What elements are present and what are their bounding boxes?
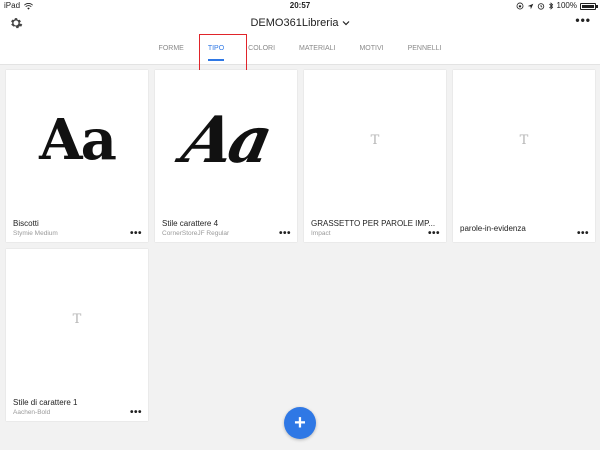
card-font: Aachen-Bold	[13, 409, 51, 416]
status-right: 100%	[516, 0, 598, 12]
card-name: Biscotti	[13, 219, 39, 228]
status-time: 20:57	[289, 1, 311, 10]
location-icon	[527, 3, 533, 9]
tab-materiali[interactable]: MATERIALI	[287, 45, 347, 59]
text-placeholder-icon: T	[370, 132, 380, 148]
type-style-card[interactable]: T GRASSETTO PER PAROLE IMP... Impact •••	[304, 70, 446, 242]
status-bar: iPad 20:57 100%	[0, 0, 600, 12]
add-button[interactable]: +	[284, 407, 316, 439]
card-font: Impact	[311, 230, 331, 237]
card-more-button[interactable]: •••	[577, 229, 589, 239]
tab-pennelli[interactable]: PENNELLI	[396, 45, 454, 59]
app-header: DEMO361Libreria ••• FORME TIPO COLORI MA…	[0, 12, 600, 65]
tab-motivi[interactable]: MOTIVI	[347, 45, 395, 59]
type-style-card[interactable]: Aa Biscotti Stymie Medium •••	[6, 70, 148, 242]
type-style-card[interactable]: T parole-in-evidenza •••	[453, 70, 595, 242]
type-preview: T	[453, 70, 595, 210]
library-selector[interactable]: DEMO361Libreria	[0, 17, 600, 29]
card-name: GRASSETTO PER PAROLE IMP...	[311, 219, 436, 228]
tab-bar: FORME TIPO COLORI MATERIALI MOTIVI PENNE…	[0, 45, 600, 59]
type-preview: T	[6, 249, 148, 389]
type-style-card[interactable]: Aa Stile carattere 4 CornerStoreJF Regul…	[155, 70, 297, 242]
orientation-lock-icon	[516, 2, 523, 10]
type-preview: Aa	[6, 70, 148, 210]
card-name: Stile di carattere 1	[13, 398, 78, 407]
card-font: Stymie Medium	[13, 230, 58, 237]
card-font: CornerStoreJF Regular	[162, 230, 230, 237]
bluetooth-icon	[548, 2, 553, 10]
battery-icon	[580, 2, 598, 10]
plus-icon: +	[294, 411, 306, 434]
tab-highlight-box	[199, 34, 247, 71]
text-placeholder-icon: T	[72, 311, 82, 327]
battery-percent: 100%	[556, 1, 577, 10]
type-preview: Aa	[155, 70, 297, 210]
chevron-down-icon	[342, 21, 349, 26]
tab-forme[interactable]: FORME	[147, 45, 196, 59]
alarm-icon	[537, 3, 544, 10]
type-preview: T	[304, 70, 446, 210]
more-options-button[interactable]: •••	[575, 14, 591, 26]
library-title: DEMO361Libreria	[250, 17, 339, 29]
card-name: Stile carattere 4	[162, 219, 219, 228]
card-more-button[interactable]: •••	[279, 229, 291, 239]
card-name: parole-in-evidenza	[460, 224, 526, 233]
card-more-button[interactable]: •••	[130, 408, 142, 418]
text-placeholder-icon: T	[519, 132, 529, 148]
preview-glyphs: Aa	[176, 102, 276, 178]
card-more-button[interactable]: •••	[130, 229, 142, 239]
card-more-button[interactable]: •••	[428, 229, 440, 239]
preview-glyphs: Aa	[39, 107, 117, 173]
type-style-card[interactable]: T Stile di carattere 1 Aachen-Bold •••	[6, 249, 148, 421]
